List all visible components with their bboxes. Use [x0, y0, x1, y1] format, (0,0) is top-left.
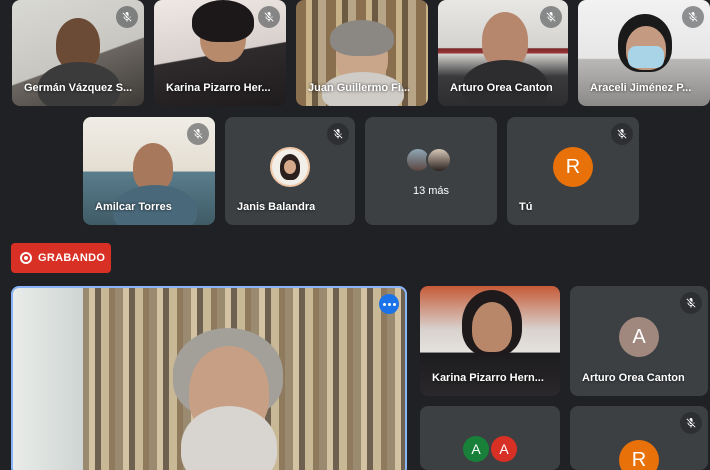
participant-name: Janis Balandra	[237, 201, 316, 213]
avatar: A	[491, 436, 517, 462]
participant-video	[133, 143, 173, 191]
participant-tile[interactable]: Araceli Jiménez P...	[578, 0, 710, 106]
group-avatars: A A	[463, 436, 517, 462]
participant-tile[interactable]: Amilcar Torres	[83, 117, 215, 225]
participant-thumbnails	[405, 147, 452, 173]
recording-badge: GRABANDO	[11, 243, 111, 273]
participant-video-hair	[192, 0, 254, 42]
more-participants-count: 13 más	[412, 185, 450, 197]
participant-name: Juan Guillermo Fi...	[308, 82, 411, 94]
participant-name: Tú	[519, 201, 533, 213]
mic-off-icon	[258, 6, 280, 28]
participant-tile[interactable]: R	[570, 406, 708, 470]
mic-off-icon	[116, 6, 138, 28]
avatar: A	[619, 317, 659, 357]
spotlight-tile[interactable]	[11, 286, 407, 470]
participant-tile[interactable]: Juan Guillermo Fi...	[296, 0, 428, 106]
participant-tile[interactable]: Karina Pizarro Her...	[154, 0, 286, 106]
participant-tile[interactable]: Karina Pizarro Hern...	[420, 286, 560, 396]
avatar: R	[619, 440, 659, 470]
avatar: R	[553, 147, 593, 187]
participant-name: Araceli Jiménez P...	[590, 82, 692, 94]
participant-name: Karina Pizarro Hern...	[432, 372, 544, 384]
mic-off-icon	[682, 6, 704, 28]
participant-tile[interactable]: Janis Balandra	[225, 117, 355, 225]
mic-off-icon	[680, 292, 702, 314]
more-participants-tile[interactable]: 13 más	[365, 117, 497, 225]
avatar: A	[463, 436, 489, 462]
self-tile[interactable]: R Tú	[507, 117, 639, 225]
participant-name: Germán Vázquez S...	[24, 82, 133, 94]
participant-name: Arturo Orea Canton	[582, 372, 685, 384]
mic-off-icon	[187, 123, 209, 145]
mic-off-icon	[680, 412, 702, 434]
record-icon	[20, 252, 32, 264]
mic-off-icon	[611, 123, 633, 145]
mic-off-icon	[327, 123, 349, 145]
mic-off-icon	[540, 6, 562, 28]
more-options-button[interactable]	[379, 294, 399, 314]
avatar	[426, 147, 452, 173]
participant-name: Karina Pizarro Her...	[166, 82, 271, 94]
avatar	[270, 147, 310, 187]
participant-tile[interactable]: Arturo Orea Canton	[438, 0, 568, 106]
participant-tile[interactable]: Germán Vázquez S...	[12, 0, 144, 106]
avatar-photo	[280, 154, 300, 180]
participant-video	[472, 302, 512, 352]
participant-name: Arturo Orea Canton	[450, 82, 553, 94]
recording-label: GRABANDO	[38, 252, 106, 264]
participant-tile[interactable]: A Arturo Orea Canton	[570, 286, 708, 396]
group-tile[interactable]: A A	[420, 406, 560, 470]
participant-video-hair	[330, 20, 394, 56]
window-background	[13, 288, 83, 470]
participant-name: Amilcar Torres	[95, 201, 172, 213]
face-mask	[628, 46, 664, 68]
